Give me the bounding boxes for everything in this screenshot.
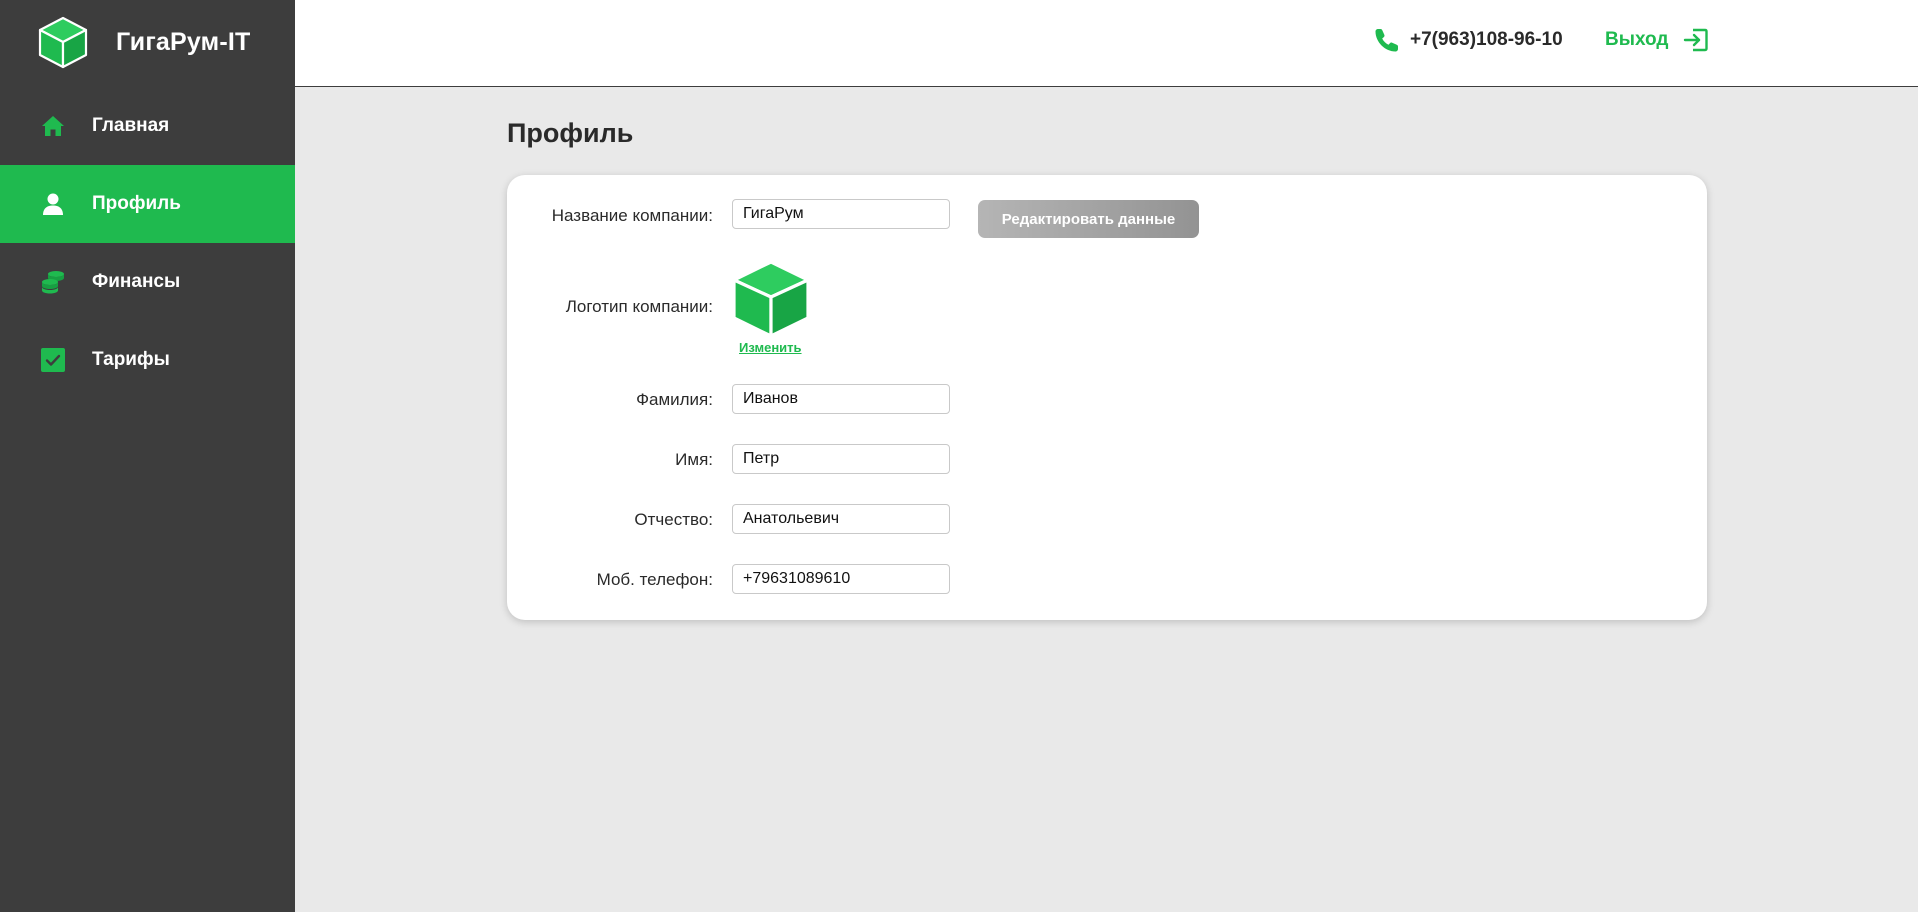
- sidebar-item-home[interactable]: Главная: [0, 87, 295, 165]
- company-logo: [731, 260, 811, 338]
- mobile-phone-field[interactable]: [732, 564, 950, 594]
- first-name-field[interactable]: [732, 444, 950, 474]
- edit-data-button[interactable]: Редактировать данные: [978, 200, 1199, 238]
- page-title: Профиль: [507, 118, 634, 148]
- sidebar-item-label: Главная: [92, 115, 170, 136]
- green-cube-icon: [36, 15, 90, 69]
- sidebar-item-profile[interactable]: Профиль: [0, 165, 295, 243]
- phone-icon: [1373, 26, 1401, 54]
- sidebar-item-label: Финансы: [92, 271, 181, 292]
- last-name-label: Фамилия:: [636, 390, 713, 409]
- mobile-phone-label: Моб. телефон:: [596, 570, 713, 589]
- logout-button[interactable]: Выход: [1605, 26, 1710, 54]
- green-cube-icon: [731, 260, 811, 338]
- checkbox-icon: [40, 347, 66, 373]
- sidebar-nav: Главная Профиль Финансы Тарифы: [0, 87, 295, 399]
- coins-icon: [40, 269, 66, 295]
- middle-name-field[interactable]: [732, 504, 950, 534]
- logout-label: Выход: [1605, 29, 1669, 50]
- change-logo-link[interactable]: Изменить: [739, 340, 802, 355]
- brand[interactable]: ГигаРум-IT: [36, 14, 251, 70]
- last-name-field[interactable]: [732, 384, 950, 414]
- sidebar: ГигаРум-IT Главная Профиль Финансы Тариф…: [0, 0, 295, 912]
- home-icon: [40, 113, 66, 139]
- sidebar-item-label: Профиль: [92, 193, 181, 214]
- middle-name-label: Отчество:: [634, 510, 713, 529]
- company-name-field[interactable]: [732, 199, 950, 229]
- user-icon: [40, 191, 66, 217]
- company-name-label: Название компании:: [551, 206, 713, 225]
- header-phone-number: +7(963)108-96-10: [1410, 29, 1563, 50]
- company-logo-label: Логотип компании:: [565, 297, 713, 316]
- brand-name: ГигаРум-IT: [116, 27, 251, 56]
- top-header: +7(963)108-96-10 Выход: [295, 0, 1918, 87]
- first-name-label: Имя:: [675, 450, 713, 469]
- sidebar-item-tariffs[interactable]: Тарифы: [0, 321, 295, 399]
- sidebar-item-finance[interactable]: Финансы: [0, 243, 295, 321]
- header-phone[interactable]: +7(963)108-96-10: [1373, 26, 1563, 54]
- profile-card: Название компании: Редактировать данные …: [507, 175, 1707, 620]
- sidebar-item-label: Тарифы: [92, 349, 170, 370]
- logout-icon: [1668, 26, 1710, 54]
